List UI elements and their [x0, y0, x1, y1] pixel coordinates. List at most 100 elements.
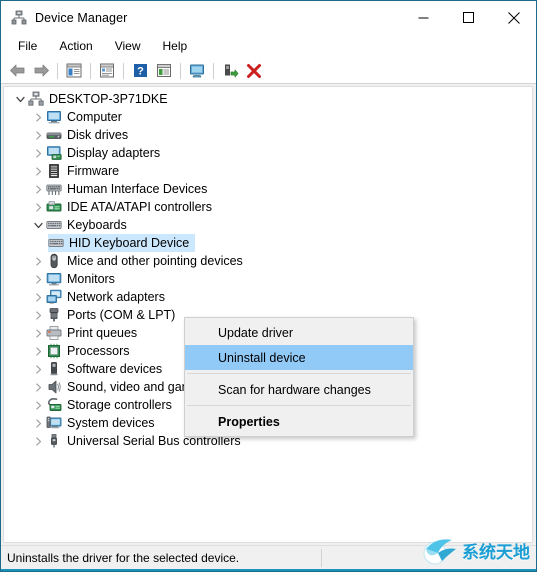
- help-icon[interactable]: ?: [128, 60, 152, 82]
- tree-item-label: Computer: [67, 110, 122, 124]
- back-icon[interactable]: [5, 60, 29, 82]
- processor-icon: [46, 343, 62, 359]
- tree-row-root[interactable]: DESKTOP-3P71DKE: [4, 90, 532, 108]
- status-bar: Uninstalls the driver for the selected d…: [1, 539, 536, 569]
- menu-help[interactable]: Help: [152, 36, 199, 56]
- software-device-icon: [46, 361, 62, 377]
- status-divider: [321, 549, 322, 567]
- toolbar: ?: [1, 58, 536, 84]
- chevron-right-icon[interactable]: [30, 180, 46, 198]
- chevron-right-icon[interactable]: [30, 414, 46, 432]
- tree-row-mice-and-other-pointing-devices[interactable]: Mice and other pointing devices: [4, 252, 532, 270]
- usb-controller-icon: [46, 433, 62, 449]
- menu-file[interactable]: File: [7, 36, 48, 56]
- forward-icon[interactable]: [29, 60, 53, 82]
- properties-icon[interactable]: [95, 60, 119, 82]
- chevron-right-icon[interactable]: [30, 162, 46, 180]
- title-bar: Device Manager: [1, 1, 536, 34]
- window-controls: [401, 1, 536, 34]
- toolbar-separator: [90, 62, 91, 79]
- window-title: Device Manager: [35, 10, 128, 25]
- tree-row-ide-ata-atapi-controllers[interactable]: IDE ATA/ATAPI controllers: [4, 198, 532, 216]
- watermark-text: 系统天地: [462, 542, 530, 563]
- tree-item-label: System devices: [67, 416, 155, 430]
- tree-row-display-adapters[interactable]: Display adapters: [4, 144, 532, 162]
- tree-row-network-adapters[interactable]: Network adapters: [4, 288, 532, 306]
- tree-row-monitors[interactable]: Monitors: [4, 270, 532, 288]
- network-adapter-icon: [46, 289, 62, 305]
- show-hide-console-tree-icon[interactable]: [62, 60, 86, 82]
- context-menu-item-uninstall-device[interactable]: Uninstall device: [185, 345, 413, 370]
- chevron-right-icon[interactable]: [30, 324, 46, 342]
- chevron-right-icon[interactable]: [30, 288, 46, 306]
- tree-item-label: Keyboards: [67, 218, 127, 232]
- chevron-right-icon[interactable]: [30, 432, 46, 450]
- tree-row-computer[interactable]: Computer: [4, 108, 532, 126]
- toolbar-separator: [213, 62, 214, 79]
- system-device-icon: [46, 415, 62, 431]
- port-icon: [46, 307, 62, 323]
- enable-device-icon[interactable]: [218, 60, 242, 82]
- tree-root-label: DESKTOP-3P71DKE: [49, 92, 168, 106]
- chevron-right-icon[interactable]: [30, 198, 46, 216]
- chevron-right-icon[interactable]: [30, 306, 46, 324]
- tree-row-hid-keyboard-device[interactable]: HID Keyboard Device: [4, 234, 532, 252]
- ide-controller-icon: [46, 199, 62, 215]
- device-tree[interactable]: DESKTOP-3P71DKE Computer Disk drives Dis…: [3, 86, 533, 543]
- context-menu-item-properties[interactable]: Properties: [185, 409, 413, 434]
- tree-item-label: Firmware: [67, 164, 120, 178]
- chevron-right-icon[interactable]: [30, 270, 46, 288]
- toolbar-separator: [123, 62, 124, 79]
- chevron-down-icon[interactable]: [12, 90, 28, 108]
- tree-row-keyboards[interactable]: Keyboards: [4, 216, 532, 234]
- menu-action[interactable]: Action: [48, 36, 103, 56]
- tree-item-label: Mice and other pointing devices: [67, 254, 243, 268]
- chevron-right-icon[interactable]: [30, 396, 46, 414]
- chevron-down-icon[interactable]: [30, 216, 46, 234]
- chevron-right-icon[interactable]: [30, 252, 46, 270]
- context-menu-item-scan-for-hardware-changes[interactable]: Scan for hardware changes: [185, 377, 413, 402]
- tree-item-label: Storage controllers: [67, 398, 172, 412]
- toolbar-separator: [180, 62, 181, 79]
- chevron-right-icon[interactable]: [30, 360, 46, 378]
- tree-item-label: Software devices: [67, 362, 163, 376]
- computer-icon: [46, 109, 62, 125]
- tree-item-label: HID Keyboard Device: [69, 236, 190, 250]
- tree-item-label: Print queues: [67, 326, 138, 340]
- hid-icon: [46, 181, 62, 197]
- selection-highlight: HID Keyboard Device: [48, 234, 196, 252]
- tree-row-human-interface-devices[interactable]: Human Interface Devices: [4, 180, 532, 198]
- update-driver-icon[interactable]: [152, 60, 176, 82]
- close-button[interactable]: [491, 1, 536, 34]
- keyboard-icon: [48, 235, 64, 251]
- watermark: 系统天地: [418, 530, 532, 570]
- menu-bar: File Action View Help: [1, 34, 536, 58]
- toolbar-separator: [57, 62, 58, 79]
- tree-row-disk-drives[interactable]: Disk drives: [4, 126, 532, 144]
- chevron-right-icon[interactable]: [30, 378, 46, 396]
- chevron-right-icon[interactable]: [30, 342, 46, 360]
- device-manager-window: Device Manager File Action View Help ? D…: [0, 0, 537, 572]
- sound-icon: [46, 379, 62, 395]
- svg-text:?: ?: [137, 66, 144, 78]
- chevron-right-icon[interactable]: [30, 144, 46, 162]
- context-menu[interactable]: Update driver Uninstall device Scan for …: [184, 317, 414, 437]
- chevron-right-icon[interactable]: [30, 126, 46, 144]
- minimize-button[interactable]: [401, 1, 446, 34]
- mouse-icon: [46, 253, 62, 269]
- tree-item-label: Display adapters: [67, 146, 161, 160]
- uninstall-device-icon[interactable]: [242, 60, 266, 82]
- tree-item-label: Processors: [67, 344, 130, 358]
- tree-row-firmware[interactable]: Firmware: [4, 162, 532, 180]
- storage-controller-icon: [46, 397, 62, 413]
- status-message: Uninstalls the driver for the selected d…: [7, 550, 240, 565]
- maximize-button[interactable]: [446, 1, 491, 34]
- chevron-right-icon[interactable]: [30, 108, 46, 126]
- menu-view[interactable]: View: [104, 36, 152, 56]
- keyboard-icon: [46, 217, 62, 233]
- context-menu-item-update-driver[interactable]: Update driver: [185, 320, 413, 345]
- scan-hardware-changes-icon[interactable]: [185, 60, 209, 82]
- tree-item-label: Monitors: [67, 272, 115, 286]
- tree-item-label: Human Interface Devices: [67, 182, 208, 196]
- context-menu-separator: [187, 405, 411, 406]
